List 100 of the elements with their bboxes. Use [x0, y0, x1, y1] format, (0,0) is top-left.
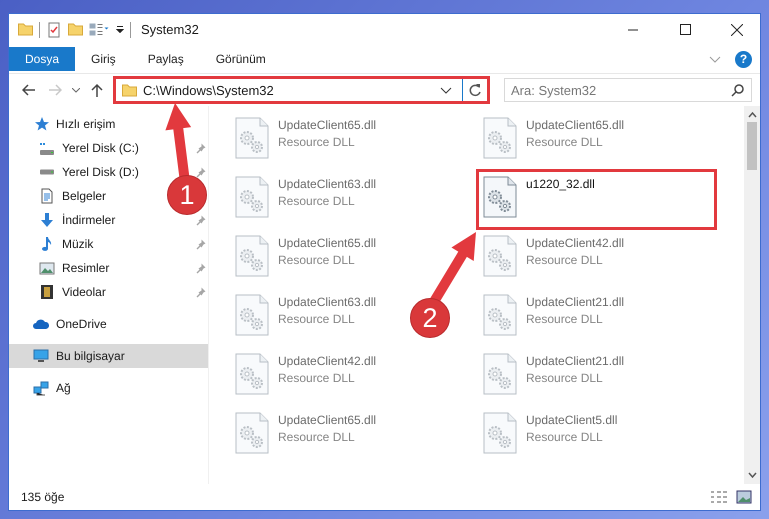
checklist-icon: [46, 22, 62, 38]
drive-icon: [39, 142, 55, 154]
star-icon: [33, 116, 49, 132]
caret-icon: [116, 26, 124, 33]
properties-icon: [89, 23, 110, 36]
file-name: UpdateClient63.dll: [278, 177, 376, 191]
file-type: Resource DLL: [278, 253, 356, 267]
file-item[interactable]: UpdateClient21.dll Resource DLL: [478, 289, 628, 346]
dll-file-icon: [482, 411, 518, 455]
large-icons-view-icon[interactable]: [736, 490, 752, 504]
file-type: Resource DLL: [278, 135, 356, 149]
file-item[interactable]: UpdateClient65.dll Resource DLL: [230, 112, 380, 169]
nav-item[interactable]: Hızlı erişim: [9, 112, 124, 136]
pin-icon: [195, 238, 206, 250]
dll-file-icon: [234, 116, 270, 160]
nav-item[interactable]: Ağ: [9, 376, 79, 400]
pin-icon: [195, 262, 206, 274]
pin-icon: [195, 142, 206, 154]
up-arrow-icon[interactable]: [91, 83, 103, 97]
dll-file-icon: [482, 234, 518, 278]
dll-file-icon: [482, 175, 518, 219]
refresh-icon: [468, 83, 482, 97]
network-icon: [33, 380, 49, 396]
scroll-thumb[interactable]: [747, 122, 757, 170]
folder-icon: [68, 23, 83, 36]
pin-icon: [195, 286, 206, 298]
film-icon: [39, 284, 55, 300]
file-item[interactable]: UpdateClient42.dll Resource DLL: [230, 348, 380, 405]
dll-file-icon: [482, 293, 518, 337]
file-name: UpdateClient65.dll: [526, 118, 624, 132]
file-item[interactable]: UpdateClient63.dll Resource DLL: [230, 289, 380, 346]
ribbon-tab[interactable]: Dosya: [9, 47, 76, 71]
scroll-down-icon[interactable]: [748, 470, 756, 480]
folder-icon: [18, 23, 33, 36]
dll-file-icon: [234, 234, 270, 278]
nav-item[interactable]: OneDrive: [9, 312, 115, 336]
scrollbar[interactable]: [744, 106, 760, 484]
details-view-icon[interactable]: [710, 490, 728, 504]
file-type: Resource DLL: [278, 430, 356, 444]
file-item[interactable]: UpdateClient65.dll Resource DLL: [230, 407, 380, 464]
monitor-icon: [33, 348, 49, 364]
address-bar[interactable]: C:\Windows\System32: [115, 78, 488, 102]
file-type: Resource DLL: [278, 312, 356, 326]
picture-icon: [39, 260, 55, 276]
nav-item[interactable]: İndirmeler: [9, 208, 124, 232]
chevron-down-icon[interactable]: [72, 88, 80, 92]
dll-file-icon: [482, 352, 518, 396]
file-type: Resource DLL: [526, 312, 604, 326]
nav-item[interactable]: Belgeler: [9, 184, 114, 208]
nav-item[interactable]: Resimler: [9, 256, 118, 280]
maximize-icon[interactable]: [680, 24, 690, 35]
drive-icon: [39, 169, 55, 175]
file-type: Resource DLL: [278, 194, 356, 208]
file-name: UpdateClient42.dll: [526, 236, 624, 250]
file-item[interactable]: UpdateClient5.dll Resource DLL: [478, 407, 622, 464]
dll-file-icon: [234, 411, 270, 455]
nav-item[interactable]: Bu bilgisayar: [9, 344, 208, 368]
pin-icon: [195, 214, 206, 226]
help-icon[interactable]: ?: [735, 50, 752, 68]
back-arrow-icon[interactable]: [22, 84, 36, 96]
file-item[interactable]: UpdateClient42.dll Resource DLL: [478, 230, 628, 287]
file-name: UpdateClient63.dll: [278, 295, 376, 309]
dll-file-icon: [482, 116, 518, 160]
file-name: UpdateClient5.dll: [526, 413, 618, 427]
folder-icon: [122, 84, 137, 96]
dll-file-icon: [234, 352, 270, 396]
pin-icon: [195, 166, 206, 178]
nav-item[interactable]: Yerel Disk (C:): [9, 136, 147, 160]
file-name: UpdateClient65.dll: [278, 413, 376, 427]
nav-item[interactable]: Yerel Disk (D:): [9, 160, 147, 184]
window-title: System32: [141, 22, 199, 37]
file-type: Resource DLL: [526, 430, 604, 444]
file-name: UpdateClient21.dll: [526, 354, 624, 368]
nav-item[interactable]: Videolar: [9, 280, 114, 304]
ribbon-tab[interactable]: Görünüm: [200, 47, 282, 71]
file-name: UpdateClient42.dll: [278, 354, 376, 368]
dll-file-icon: [234, 175, 270, 219]
file-type: Resource DLL: [526, 253, 604, 267]
file-type: Resource DLL: [526, 371, 604, 385]
search-field[interactable]: Ara: System32: [504, 78, 752, 102]
scroll-up-icon[interactable]: [748, 110, 756, 120]
ribbon-tab[interactable]: Giriş: [75, 47, 132, 71]
file-name: u1220_32.dll: [526, 177, 595, 191]
document-icon: [39, 188, 55, 204]
close-icon[interactable]: [731, 24, 743, 36]
nav-item[interactable]: Müzik: [9, 232, 102, 256]
dropdown-icon: [440, 86, 452, 94]
file-name: UpdateClient65.dll: [278, 236, 376, 250]
file-item[interactable]: UpdateClient21.dll Resource DLL: [478, 348, 628, 405]
file-type: Resource DLL: [526, 135, 604, 149]
file-item[interactable]: u1220_32.dll: [478, 171, 715, 228]
item-count: 135 öğe: [21, 490, 64, 504]
file-item[interactable]: UpdateClient65.dll Resource DLL: [230, 230, 380, 287]
file-item[interactable]: UpdateClient63.dll Resource DLL: [230, 171, 380, 228]
file-name: UpdateClient65.dll: [278, 118, 376, 132]
file-item[interactable]: UpdateClient65.dll Resource DLL: [478, 112, 628, 169]
dll-file-icon: [234, 293, 270, 337]
ribbon-tab[interactable]: Paylaş: [132, 47, 200, 71]
search-icon: [731, 83, 745, 97]
file-name: UpdateClient21.dll: [526, 295, 624, 309]
